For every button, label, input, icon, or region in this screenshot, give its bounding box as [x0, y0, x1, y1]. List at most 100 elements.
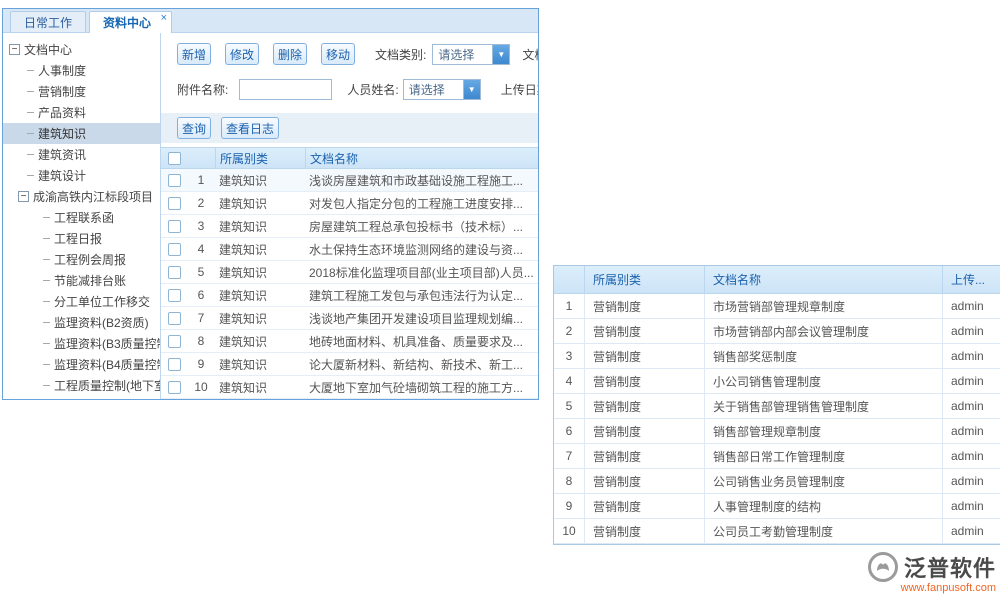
table-row[interactable]: 6 建筑知识 建筑工程施工发包与承包违法行为认定...: [161, 284, 538, 307]
delete-button[interactable]: 删除: [273, 43, 307, 65]
row-name: 论大厦新材料、新结构、新技术、新工...: [305, 356, 538, 373]
row-category: 营销制度: [584, 494, 704, 518]
tree-item[interactable]: 建筑资讯: [3, 144, 160, 165]
tree-item-label: 营销制度: [38, 83, 86, 100]
tab-daily-work[interactable]: 日常工作: [10, 11, 86, 32]
move-button[interactable]: 移动: [321, 43, 355, 65]
tree-item-label: 工程日报: [54, 230, 102, 247]
document-tree: − 文档中心 人事制度 营销制度 产品资料 建筑知识 建筑资讯: [3, 33, 161, 399]
table-row[interactable]: 1 建筑知识 浅谈房屋建筑和市政基础设施工程施工...: [161, 169, 538, 192]
row-category: 营销制度: [584, 369, 704, 393]
row-checkbox[interactable]: [168, 289, 181, 302]
tab-label: 日常工作: [24, 14, 72, 31]
tree-item[interactable]: 分工单位工作移交: [3, 291, 160, 312]
filter-area: 新增 修改 删除 移动 文档类别: 请选择 ▼ 文档 附件名称: 人员姓名:: [161, 33, 538, 113]
table-row[interactable]: 3 建筑知识 房屋建筑工程总承包投标书（技术标）...: [161, 215, 538, 238]
row-checkbox[interactable]: [168, 220, 181, 233]
tree-item-document-center[interactable]: − 文档中心: [3, 39, 160, 60]
row-name: 人事管理制度的结构: [704, 494, 942, 518]
row-category: 建筑知识: [215, 356, 305, 373]
table-row[interactable]: 2 营销制度 市场营销部内部会议管理制度 admin: [554, 319, 1000, 344]
select-all-checkbox[interactable]: [168, 152, 181, 165]
tree-item-label: 工程质量控制(地下室): [54, 377, 161, 394]
modify-button[interactable]: 修改: [225, 43, 259, 65]
doc-category-select[interactable]: 请选择 ▼: [432, 44, 510, 65]
row-checkbox[interactable]: [168, 381, 181, 394]
tab-data-center[interactable]: 资料中心 ×: [89, 11, 172, 33]
chevron-down-icon[interactable]: ▼: [463, 80, 480, 99]
table-row[interactable]: 7 营销制度 销售部日常工作管理制度 admin: [554, 444, 1000, 469]
table-row[interactable]: 4 建筑知识 水土保持生态环境监测网络的建设与资...: [161, 238, 538, 261]
doc-name-label-clipped: 文档: [522, 46, 538, 63]
row-checkbox[interactable]: [168, 358, 181, 371]
table-row[interactable]: 10 营销制度 公司员工考勤管理制度 admin: [554, 519, 1000, 544]
row-checkbox[interactable]: [168, 243, 181, 256]
tree-item-label: 文档中心: [24, 41, 72, 58]
tree-item-selected[interactable]: 建筑知识: [3, 123, 160, 144]
tree-item-label: 监理资料(B4质量控制): [54, 356, 161, 373]
tree-item-label: 节能减排台账: [54, 272, 126, 289]
tree-item[interactable]: 工程日报: [3, 228, 160, 249]
chevron-down-icon[interactable]: ▼: [492, 45, 509, 64]
tree-item[interactable]: 节能减排台账: [3, 270, 160, 291]
table-row[interactable]: 7 建筑知识 浅谈地产集团开发建设项目监理规划编...: [161, 307, 538, 330]
collapse-icon[interactable]: −: [18, 191, 29, 202]
tree-item[interactable]: 人事制度: [3, 60, 160, 81]
table-row[interactable]: 10 建筑知识 大厦地下室加气砼墙砌筑工程的施工方...: [161, 376, 538, 399]
row-uploader: admin: [942, 519, 1000, 543]
table-row[interactable]: 1 营销制度 市场营销部管理规章制度 admin: [554, 294, 1000, 319]
tree-item[interactable]: 工程质量控制(地下室): [3, 375, 160, 396]
table-row[interactable]: 9 建筑知识 论大厦新材料、新结构、新技术、新工...: [161, 353, 538, 376]
tree-item[interactable]: 监理资料(B4质量控制): [3, 354, 160, 375]
tree-item[interactable]: 建筑设计: [3, 165, 160, 186]
row-checkbox[interactable]: [168, 174, 181, 187]
query-button[interactable]: 查询: [177, 117, 211, 139]
row-checkbox[interactable]: [168, 312, 181, 325]
attachment-name-input[interactable]: [239, 79, 332, 100]
name-column-header: 文档名称: [704, 266, 942, 293]
row-checkbox[interactable]: [168, 266, 181, 279]
tree-item-label: 工程质量控制(±0以上): [54, 398, 161, 399]
person-name-select[interactable]: 请选择 ▼: [403, 79, 481, 100]
row-number: 9: [187, 357, 215, 371]
upload-column-header: 上传...: [942, 266, 1000, 293]
row-name: 公司销售业务员管理制度: [704, 469, 942, 493]
row-category: 建筑知识: [215, 241, 305, 258]
close-icon[interactable]: ×: [161, 13, 167, 24]
table-row[interactable]: 2 建筑知识 对发包人指定分包的工程施工进度安排...: [161, 192, 538, 215]
view-log-button[interactable]: 查看日志: [221, 117, 279, 139]
row-name: 对发包人指定分包的工程施工进度安排...: [305, 195, 538, 212]
add-button[interactable]: 新增: [177, 43, 211, 65]
tree-item[interactable]: 监理资料(B3质量控制): [3, 333, 160, 354]
row-name: 公司员工考勤管理制度: [704, 519, 942, 543]
tree-item[interactable]: 工程例会周报: [3, 249, 160, 270]
person-name-label: 人员姓名:: [347, 81, 398, 98]
tree-item[interactable]: 产品资料: [3, 102, 160, 123]
tree-connector: [43, 301, 50, 302]
table-row[interactable]: 8 建筑知识 地砖地面材料、机具准备、质量要求及...: [161, 330, 538, 353]
table-row[interactable]: 9 营销制度 人事管理制度的结构 admin: [554, 494, 1000, 519]
tree-item[interactable]: 营销制度: [3, 81, 160, 102]
row-checkbox[interactable]: [168, 335, 181, 348]
tree-connector: [27, 154, 34, 155]
tree-item-project-root[interactable]: − 成渝高铁内江标段项目: [3, 186, 160, 207]
tree-item-label: 建筑知识: [38, 125, 86, 142]
row-name: 浅谈地产集团开发建设项目监理规划编...: [305, 310, 538, 327]
tree-item-label: 工程例会周报: [54, 251, 126, 268]
tree-item[interactable]: 监理资料(B2资质): [3, 312, 160, 333]
table-row[interactable]: 5 营销制度 关于销售部管理销售管理制度 admin: [554, 394, 1000, 419]
table-row[interactable]: 6 营销制度 销售部管理规章制度 admin: [554, 419, 1000, 444]
row-number: 8: [554, 469, 584, 493]
collapse-icon[interactable]: −: [9, 44, 20, 55]
row-category: 营销制度: [584, 519, 704, 543]
filter-row: 附件名称: 人员姓名: 请选择 ▼ 上传日期: [177, 78, 538, 100]
tree-item[interactable]: 工程联系函: [3, 207, 160, 228]
table-row[interactable]: 5 建筑知识 2018标准化监理项目部(业主项目部)人员...: [161, 261, 538, 284]
row-uploader: admin: [942, 469, 1000, 493]
tree-item[interactable]: 工程质量控制(±0以上): [3, 396, 160, 399]
table-row[interactable]: 8 营销制度 公司销售业务员管理制度 admin: [554, 469, 1000, 494]
row-number: 4: [554, 369, 584, 393]
table-row[interactable]: 3 营销制度 销售部奖惩制度 admin: [554, 344, 1000, 369]
row-checkbox[interactable]: [168, 197, 181, 210]
table-row[interactable]: 4 营销制度 小公司销售管理制度 admin: [554, 369, 1000, 394]
